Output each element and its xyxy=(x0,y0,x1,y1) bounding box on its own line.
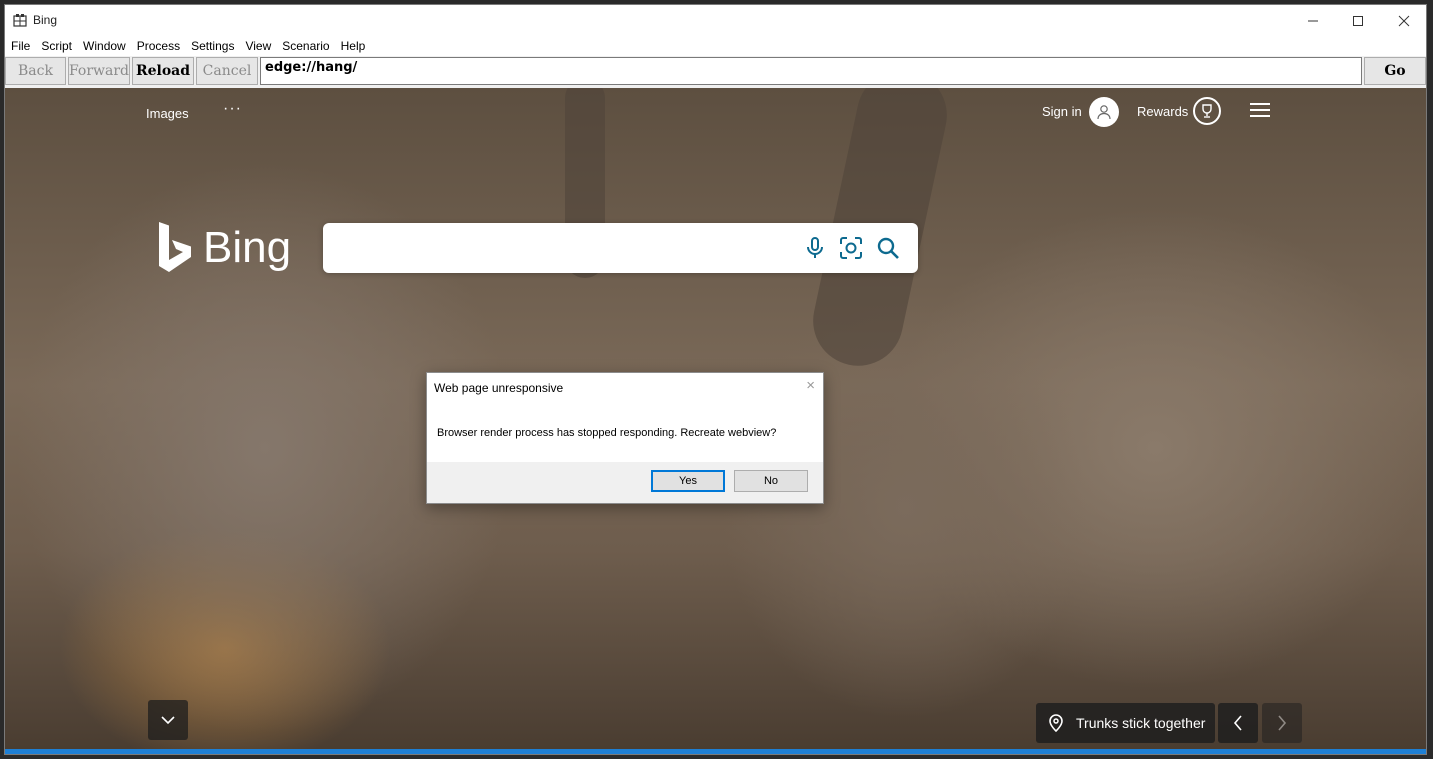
search-icon[interactable] xyxy=(876,236,900,260)
close-window-button[interactable] xyxy=(1381,5,1426,36)
menu-process[interactable]: Process xyxy=(133,39,187,53)
close-icon xyxy=(1398,15,1410,26)
chevron-left-icon xyxy=(1233,715,1242,731)
url-input[interactable]: edge://hang/ xyxy=(260,57,1362,85)
app-icon xyxy=(13,14,27,27)
app-window: Bing File Script Window Process Settings… xyxy=(4,4,1427,755)
next-image-button[interactable] xyxy=(1262,703,1302,743)
user-icon xyxy=(1097,105,1111,120)
no-button[interactable]: No xyxy=(734,470,808,492)
bing-b-icon xyxy=(159,222,191,272)
yes-button[interactable]: Yes xyxy=(651,470,725,492)
search-input[interactable] xyxy=(335,233,799,265)
forward-button[interactable]: Forward xyxy=(68,57,130,85)
toolbar: Back Forward Reload Cancel edge://hang/ … xyxy=(5,56,1426,88)
microphone-icon[interactable] xyxy=(803,236,827,260)
dialog-footer: Yes No xyxy=(427,462,823,503)
trophy-icon xyxy=(1202,104,1212,118)
back-button[interactable]: Back xyxy=(5,57,66,85)
dialog-close-icon[interactable]: × xyxy=(806,377,815,394)
dialog-title: Web page unresponsive xyxy=(434,381,564,395)
title-bar: Bing xyxy=(5,5,1426,36)
window-title: Bing xyxy=(33,13,58,27)
status-progress-bar xyxy=(5,749,1426,754)
menu-window[interactable]: Window xyxy=(79,39,133,53)
maximize-button[interactable] xyxy=(1335,5,1381,36)
dialog-message: Browser render process has stopped respo… xyxy=(437,427,777,439)
reload-button[interactable]: Reload xyxy=(132,57,194,85)
maximize-icon xyxy=(1353,15,1363,26)
previous-image-button[interactable] xyxy=(1218,703,1258,743)
images-link[interactable]: Images xyxy=(146,106,189,121)
bing-logo: Bing xyxy=(157,222,291,274)
more-menu[interactable]: ··· xyxy=(223,100,242,118)
cancel-button[interactable]: Cancel xyxy=(196,57,258,85)
menu-file[interactable]: File xyxy=(7,39,37,53)
minimize-icon xyxy=(1308,20,1318,21)
visual-search-icon[interactable] xyxy=(839,236,863,260)
sign-in-link[interactable]: Sign in xyxy=(1042,104,1082,119)
rewards-link[interactable]: Rewards xyxy=(1137,104,1188,119)
brand-name: Bing xyxy=(203,223,292,272)
menu-settings[interactable]: Settings xyxy=(187,39,241,53)
rewards-trophy-icon[interactable] xyxy=(1193,97,1221,125)
menu-script[interactable]: Script xyxy=(37,39,79,53)
menu-scenario[interactable]: Scenario xyxy=(278,39,336,53)
location-pin-icon xyxy=(1049,714,1063,732)
go-button[interactable]: Go xyxy=(1364,57,1426,85)
menu-view[interactable]: View xyxy=(241,39,278,53)
minimize-button[interactable] xyxy=(1290,5,1336,36)
caption-text: Trunks stick together xyxy=(1076,715,1206,731)
chevron-down-icon xyxy=(161,716,175,725)
hamburger-menu-icon[interactable] xyxy=(1250,103,1270,121)
scroll-down-button[interactable] xyxy=(148,700,188,740)
avatar[interactable] xyxy=(1089,97,1119,127)
image-caption[interactable]: Trunks stick together xyxy=(1036,703,1215,743)
chevron-right-icon xyxy=(1278,715,1287,731)
search-box xyxy=(323,223,918,273)
unresponsive-dialog: Web page unresponsive × Browser render p… xyxy=(426,372,824,504)
menu-help[interactable]: Help xyxy=(337,39,373,53)
menu-bar: File Script Window Process Settings View… xyxy=(5,36,1426,56)
